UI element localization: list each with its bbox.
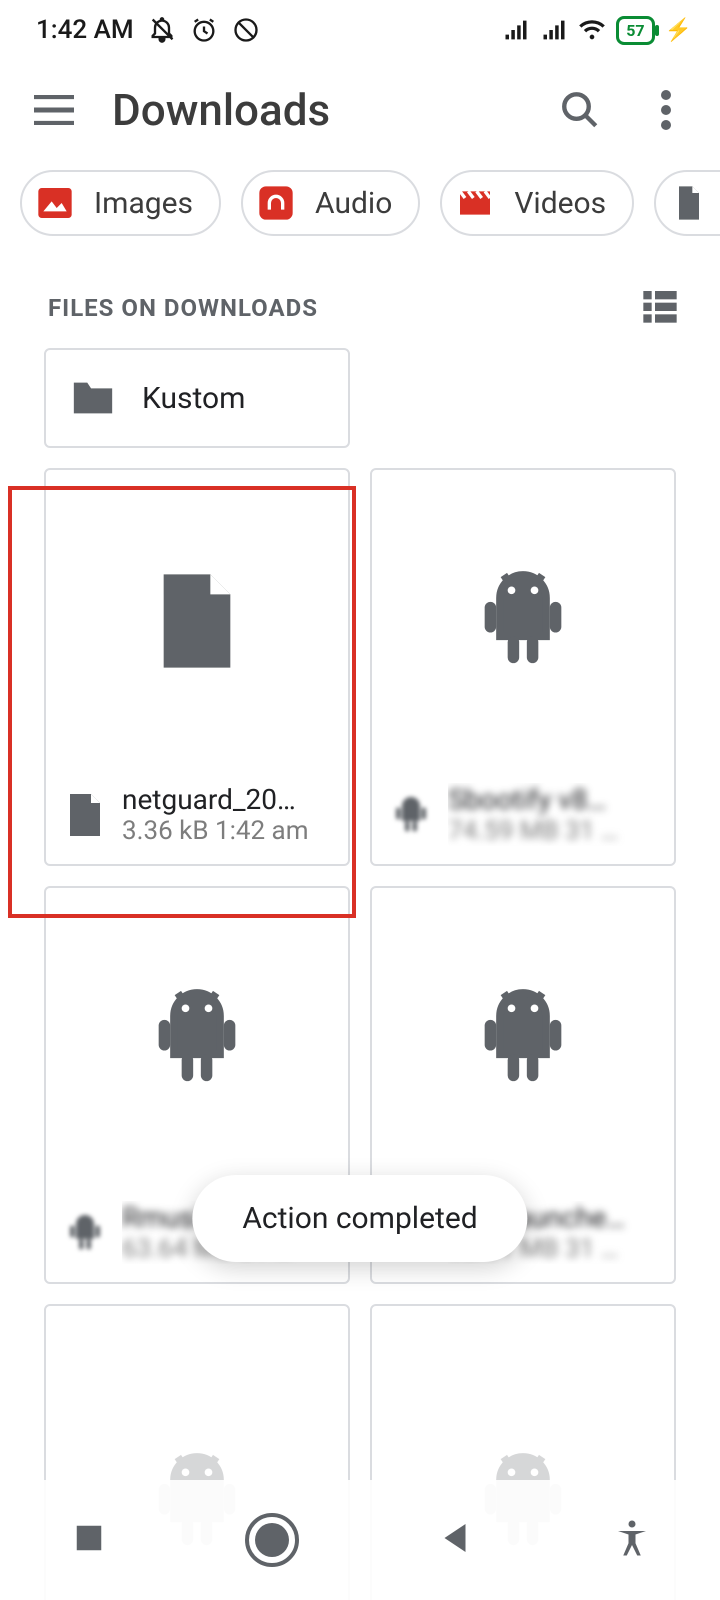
filter-chip-images[interactable]: Images <box>20 170 221 236</box>
nav-back-button[interactable] <box>434 1517 476 1563</box>
folder-item[interactable]: Kustom <box>44 348 350 448</box>
android-icon <box>477 566 569 676</box>
filter-chips: Images Audio Videos D <box>0 160 720 256</box>
nav-accessibility-button[interactable] <box>611 1517 653 1563</box>
toast-text: Action completed <box>242 1201 477 1236</box>
signal-icon-2 <box>540 16 568 44</box>
folder-name: Kustom <box>142 381 245 416</box>
signal-icon <box>502 16 530 44</box>
android-icon <box>477 984 569 1094</box>
file-meta: 3.36 kB 1:42 am <box>122 816 309 846</box>
file-icon <box>64 794 106 836</box>
navigation-bar <box>0 1480 720 1600</box>
file-meta: 74.59 MB 31 M… <box>448 816 638 846</box>
chip-label: Audio <box>315 186 392 221</box>
filter-chip-audio[interactable]: Audio <box>241 170 420 236</box>
section-title: FILES ON DOWNLOADS <box>48 294 318 322</box>
menu-button[interactable] <box>26 82 82 138</box>
folder-icon <box>70 378 116 418</box>
dnd-icon <box>232 16 260 44</box>
chip-label: Videos <box>514 186 606 221</box>
clapper-icon <box>452 180 498 226</box>
status-bar: 1:42 AM 57 ⚡ <box>0 0 720 60</box>
file-name: Sbootify v8… <box>448 783 638 816</box>
image-icon <box>32 180 78 226</box>
file-name: netguard_20… <box>122 783 309 816</box>
file-icon <box>157 573 237 669</box>
more-options-button[interactable] <box>638 82 694 138</box>
android-icon <box>151 984 243 1094</box>
chip-label: Images <box>94 186 193 221</box>
page-title: Downloads <box>112 84 522 136</box>
nav-home-button[interactable] <box>245 1513 299 1567</box>
mute-notifications-icon <box>148 16 176 44</box>
filter-chip-videos[interactable]: Videos <box>440 170 634 236</box>
wifi-icon <box>578 16 606 44</box>
status-time: 1:42 AM <box>36 15 134 45</box>
file-grid: Kustom netguard_20… 3.36 kB 1:42 am Sboo… <box>0 348 720 1600</box>
file-item[interactable]: Sbootify v8… 74.59 MB 31 M… <box>370 468 676 866</box>
android-icon <box>390 794 432 836</box>
filter-chip-documents[interactable]: D <box>654 170 720 236</box>
android-icon <box>64 1212 106 1254</box>
battery-indicator: 57 <box>616 16 654 45</box>
toast-notification: Action completed <box>192 1175 527 1262</box>
charging-icon: ⚡ <box>665 18 692 43</box>
view-toggle-button[interactable] <box>640 286 680 330</box>
file-item-netguard[interactable]: netguard_20… 3.36 kB 1:42 am <box>44 468 350 866</box>
alarm-icon <box>190 16 218 44</box>
headphones-icon <box>253 180 299 226</box>
document-icon <box>666 180 712 226</box>
nav-recents-button[interactable] <box>68 1517 110 1563</box>
app-bar: Downloads <box>0 60 720 160</box>
search-button[interactable] <box>552 82 608 138</box>
